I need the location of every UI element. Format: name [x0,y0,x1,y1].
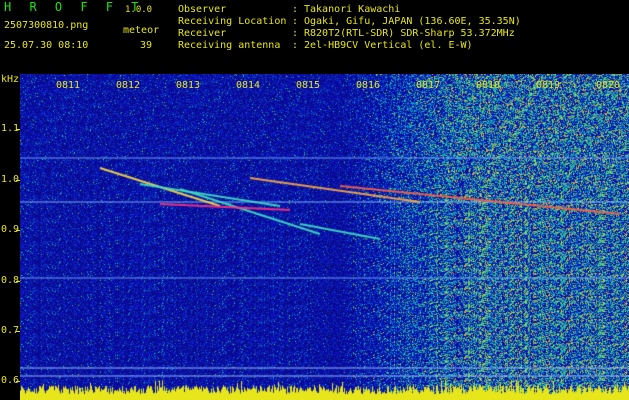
y-tick-mark [16,381,20,382]
meteor-label: meteor [123,25,160,36]
antenna-label: Receiving antenna [178,40,281,51]
x-tick-label: 0816 [356,80,381,91]
file-name: 2507300810.png [4,20,89,31]
x-tick-label: 0819 [536,80,561,91]
app-name: H R O F F T [4,0,144,14]
observer-value: Takanori Kawachi [304,4,401,15]
y-axis-unit: kHz [1,74,20,85]
y-tick-mark [16,230,20,231]
x-tick-label: 0811 [56,80,81,91]
x-tick-label: 0817 [416,80,441,91]
location-label: Receiving Location [178,16,287,27]
observer-separator: : [292,4,299,15]
receiver-label: Receiver [178,28,227,39]
observer-label: Observer [178,4,227,15]
location-separator: : [292,16,299,27]
x-tick-label: 0818 [476,80,501,91]
receiver-separator: : [292,28,299,39]
antenna-value: 2el-HB9CV Vertical (el. E-W) [304,40,473,51]
x-tick-label: 0815 [296,80,321,91]
x-tick-label: 0820 [596,80,621,91]
x-tick-label: 0814 [236,80,261,91]
y-tick-mark [16,129,20,130]
antenna-separator: : [292,40,299,51]
y-tick-mark [16,331,20,332]
observation-datetime: 25.07.30 08:10 [4,40,89,51]
x-tick-label: 0813 [176,80,201,91]
meteor-count: 39 [140,40,153,51]
receiver-value: R820T2(RTL-SDR) SDR-Sharp 53.372MHz [304,28,515,39]
app-version: 1.0.0 [125,5,153,15]
header-panel: H R O F F T 1.0.0 2507300810.png meteor … [0,0,629,74]
y-tick-mark [16,281,20,282]
y-tick-mark [16,180,20,181]
x-tick-label: 0812 [116,80,141,91]
spectrogram-plot [20,74,629,400]
location-value: Ogaki, Gifu, JAPAN (136.60E, 35.35N) [304,16,521,27]
